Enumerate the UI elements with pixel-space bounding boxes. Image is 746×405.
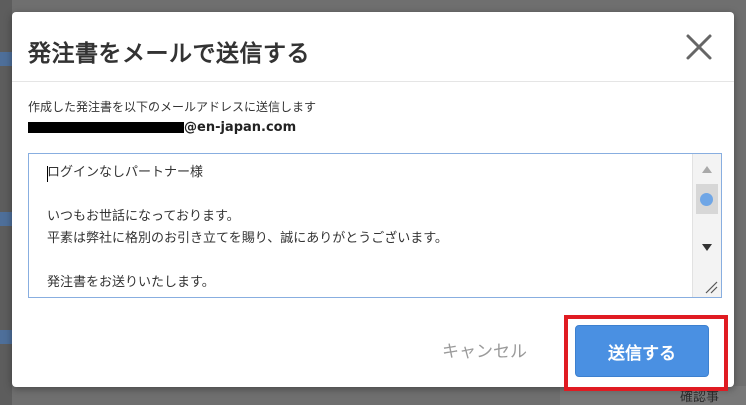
cancel-button[interactable]: キャンセル xyxy=(442,337,527,362)
message-textarea[interactable]: ログインなしパートナー様 いつもお世話になっております。 平素は弊社に格別のお引… xyxy=(28,153,722,298)
message-line: 発注書をお送りいたします。 xyxy=(47,275,215,290)
send-email-dialog: 発注書をメールで送信する 作成した発注書を以下のメールアドレスに送信します @e… xyxy=(12,12,734,391)
background-mark xyxy=(0,212,12,226)
background-page-edge xyxy=(0,0,12,405)
smiley-icon xyxy=(700,193,713,206)
close-button[interactable] xyxy=(682,30,716,64)
dialog-description: 作成した発注書を以下のメールアドレスに送信します xyxy=(28,100,317,114)
email-domain: @en-japan.com xyxy=(184,119,297,135)
send-button[interactable]: 送信する xyxy=(575,325,709,377)
message-line-blank xyxy=(47,184,677,206)
recipient-email: @en-japan.com xyxy=(28,118,296,136)
message-body: ログインなしパートナー様 いつもお世話になっております。 平素は弊社に格別のお引… xyxy=(47,162,677,294)
redacted-email-local-part xyxy=(28,121,184,133)
textarea-scrollbar[interactable] xyxy=(692,154,721,297)
background-mark xyxy=(0,330,12,344)
background-mark xyxy=(0,52,12,66)
dialog-header: 発注書をメールで送信する xyxy=(12,12,734,82)
message-line: いつもお世話になっております。 xyxy=(47,209,240,224)
text-caret xyxy=(47,166,48,182)
scroll-down-arrow-icon[interactable] xyxy=(702,244,712,251)
message-line: ログインなしパートナー様 xyxy=(47,165,204,180)
resize-grip-icon[interactable] xyxy=(704,280,718,294)
scroll-up-arrow-icon[interactable] xyxy=(702,166,712,173)
dialog-title: 発注書をメールで送信する xyxy=(28,41,310,67)
message-line: 平素は弊社に格別のお引き立てを賜り、誠にありがとうございます。 xyxy=(47,231,448,246)
close-icon xyxy=(686,34,712,60)
message-line-blank xyxy=(47,250,677,272)
